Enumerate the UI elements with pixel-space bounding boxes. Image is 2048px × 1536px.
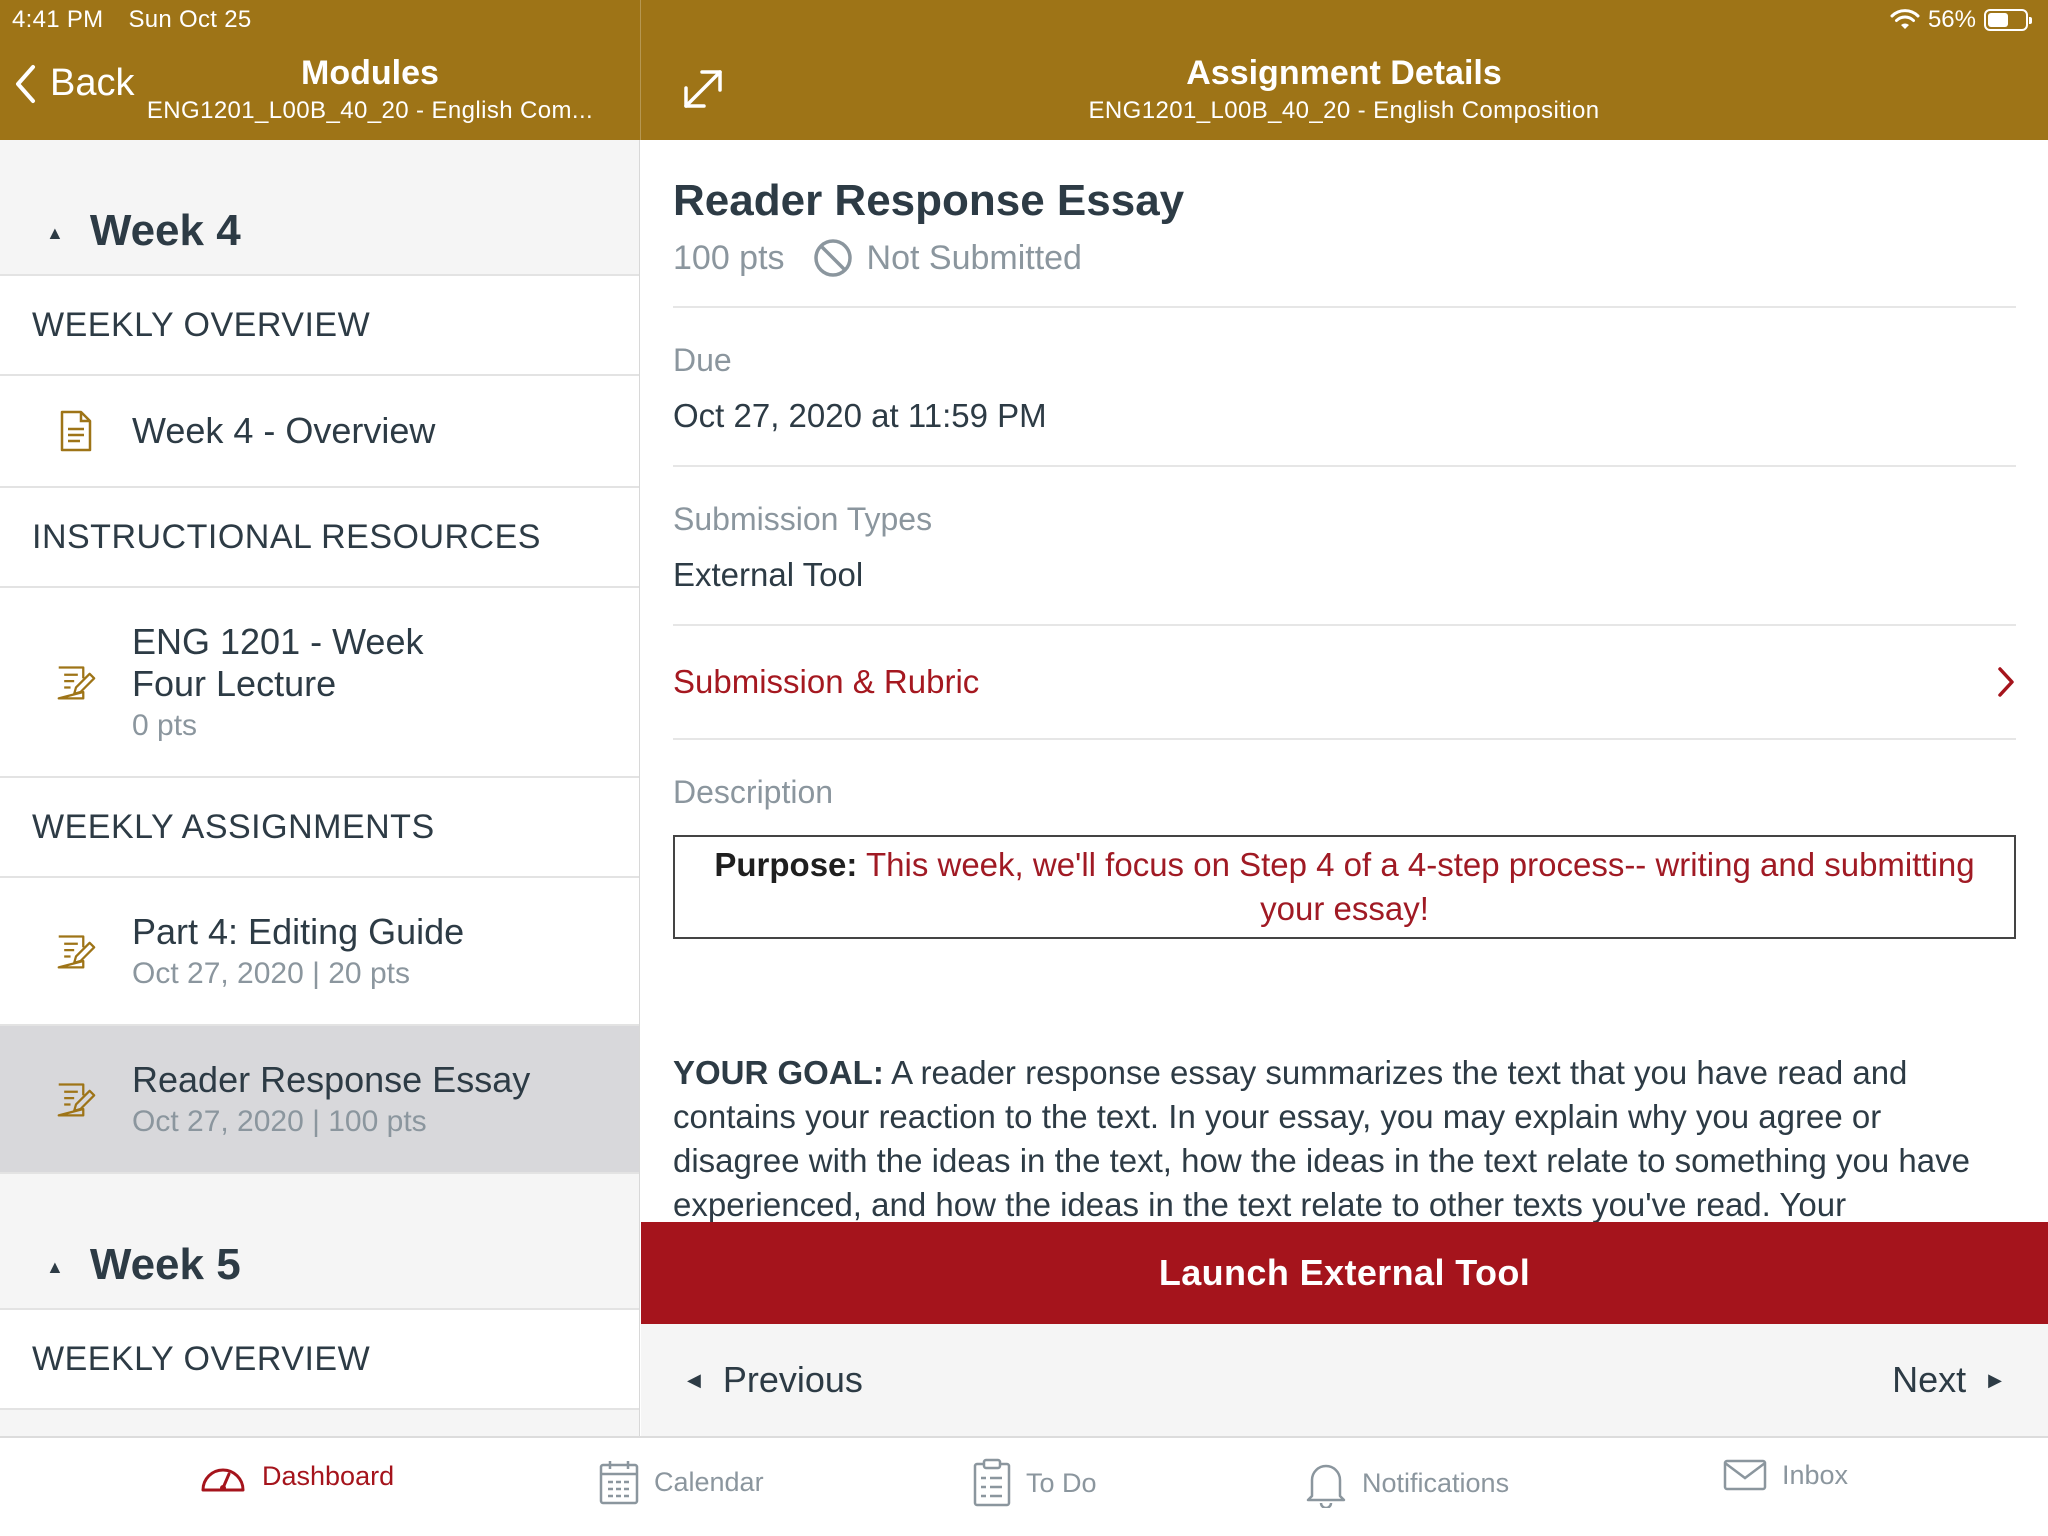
triangle-left-icon: ◀ xyxy=(687,1369,701,1390)
purpose-text: This week, we'll focus on Step 4 of a 4-… xyxy=(857,846,1975,927)
modules-list[interactable]: ▲ Week 4 WEEKLY OVERVIEW Week 4 - Overvi… xyxy=(0,140,640,1436)
todo-icon xyxy=(973,1458,1011,1507)
due-label: Due xyxy=(673,342,732,378)
tab-inbox[interactable]: Inbox xyxy=(1722,1458,1848,1492)
submission-types-value: External Tool xyxy=(673,556,864,593)
battery-fill xyxy=(1988,13,2009,27)
section-weekly-overview: WEEKLY OVERVIEW xyxy=(0,1310,639,1410)
module-item-meta: Oct 27, 2020 | 100 pts xyxy=(132,1105,427,1138)
module-item-label: Reader Response Essay xyxy=(132,1059,531,1100)
section-weekly-overview: WEEKLY OVERVIEW xyxy=(0,276,639,376)
dashboard-icon xyxy=(201,1468,245,1492)
assignment-details-title: Assignment Details xyxy=(1186,54,1502,92)
modules-title: Modules xyxy=(301,54,439,92)
next-button[interactable]: Next ▶ xyxy=(1892,1359,2002,1401)
calendar-icon xyxy=(599,1461,639,1505)
top-bar: 4:41 PM Sun Oct 25 56% Back Modules ENG1… xyxy=(0,0,2048,140)
submission-rubric-label: Submission & Rubric xyxy=(673,663,980,700)
launch-external-tool-button[interactable]: Launch External Tool xyxy=(641,1222,2048,1324)
status-time: 4:41 PM xyxy=(12,6,104,33)
back-button[interactable]: Back xyxy=(14,62,134,105)
tab-notifications[interactable]: Notifications xyxy=(1304,1458,1509,1508)
previous-button[interactable]: ◀ Previous xyxy=(687,1359,863,1401)
assignment-icon xyxy=(56,930,96,972)
tab-label: Inbox xyxy=(1782,1459,1849,1490)
status-date: Sun Oct 25 xyxy=(128,6,252,33)
battery-percent: 56% xyxy=(1927,6,1976,33)
module-item-week-four-lecture[interactable]: ENG 1201 - Week Four Lecture 0 pts xyxy=(0,588,639,778)
assignment-details-header: Assignment Details ENG1201_L00B_40_20 - … xyxy=(640,54,2048,125)
assignment-details[interactable]: Reader Response Essay 100 pts Not Submit… xyxy=(641,140,2048,1222)
purpose-box: Purpose: This week, we'll focus on Step … xyxy=(673,835,2016,939)
module-item-meta: Oct 27, 2020 | 20 pts xyxy=(132,957,410,990)
module-item-label: Part 4: Editing Guide xyxy=(132,911,465,952)
submission-rubric-row[interactable]: Submission & Rubric xyxy=(673,626,2016,740)
tab-label: Dashboard xyxy=(262,1460,395,1491)
bell-icon xyxy=(1306,1464,1346,1508)
mail-icon xyxy=(1723,1459,1767,1491)
goal-paragraph: YOUR GOAL: A reader response essay summa… xyxy=(673,1051,2016,1222)
section-instructional-resources: INSTRUCTIONAL RESOURCES xyxy=(0,488,639,588)
status-bar-right: 56% xyxy=(1890,6,2034,34)
next-label: Next xyxy=(1892,1359,1967,1400)
week-4-title: Week 4 xyxy=(89,206,241,255)
modules-subtitle: ENG1201_L00B_40_20 - English Com... xyxy=(146,97,594,124)
tab-todo[interactable]: To Do xyxy=(972,1458,1097,1508)
week-5-title: Week 5 xyxy=(89,1240,241,1289)
status-bar-left: 4:41 PM Sun Oct 25 xyxy=(12,6,270,34)
modules-header: Modules ENG1201_L00B_40_20 - English Com… xyxy=(120,54,620,125)
assignment-details-subtitle: ENG1201_L00B_40_20 - English Composition xyxy=(1088,97,1600,124)
triangle-right-icon: ▶ xyxy=(1988,1369,2002,1390)
assignment-icon xyxy=(56,1078,96,1120)
submission-status: Not Submitted xyxy=(866,238,1082,277)
goal-label: YOUR GOAL: xyxy=(673,1054,884,1091)
assignment-points: 100 pts xyxy=(673,238,785,277)
assignment-summary: 100 pts Not Submitted xyxy=(673,238,2016,308)
submission-types-field: Submission Types External Tool xyxy=(673,467,2016,626)
module-item-editing-guide[interactable]: Part 4: Editing Guide Oct 27, 2020 | 20 … xyxy=(0,878,639,1026)
collapse-triangle-icon: ▲ xyxy=(46,1257,64,1277)
module-item-label: ENG 1201 - Week Four Lecture xyxy=(132,621,424,704)
due-value: Oct 27, 2020 at 11:59 PM xyxy=(673,397,1047,434)
chevron-left-icon xyxy=(16,64,35,103)
assignment-title: Reader Response Essay xyxy=(673,176,1185,225)
module-item-meta: 0 pts xyxy=(132,709,198,742)
assignment-content: Reader Response Essay 100 pts Not Submit… xyxy=(673,176,2016,1222)
collapse-triangle-icon: ▲ xyxy=(46,223,64,243)
submission-types-label: Submission Types xyxy=(673,501,933,537)
week-4-header[interactable]: ▲ Week 4 xyxy=(0,140,639,276)
module-item-reader-response-essay[interactable]: Reader Response Essay Oct 27, 2020 | 100… xyxy=(0,1026,639,1174)
tab-label: Calendar xyxy=(654,1466,764,1497)
not-submitted-icon xyxy=(813,239,852,277)
page-icon xyxy=(56,409,96,453)
pager-row: ◀ Previous Next ▶ xyxy=(641,1324,2048,1436)
wifi-icon xyxy=(1890,9,1920,29)
chevron-right-icon xyxy=(1998,667,2014,697)
tab-dashboard[interactable]: Dashboard xyxy=(198,1458,394,1494)
previous-label: Previous xyxy=(722,1359,863,1400)
due-field: Due Oct 27, 2020 at 11:59 PM xyxy=(673,308,2016,467)
description-label: Description xyxy=(673,774,834,810)
battery-icon xyxy=(1984,9,2032,31)
tab-calendar[interactable]: Calendar xyxy=(598,1458,764,1506)
module-item-week-4-overview[interactable]: Week 4 - Overview xyxy=(0,376,639,488)
assignment-icon xyxy=(56,661,96,703)
week-5-header[interactable]: ▲ Week 5 xyxy=(0,1174,639,1310)
tab-bar: Dashboard Calendar To Do Notifications I… xyxy=(0,1436,2048,1536)
purpose-label: Purpose: xyxy=(714,846,858,883)
section-weekly-assignments: WEEKLY ASSIGNMENTS xyxy=(0,778,639,878)
tab-label: Notifications xyxy=(1362,1467,1510,1498)
tab-label: To Do xyxy=(1026,1467,1097,1498)
module-item-label: Week 4 - Overview xyxy=(132,410,436,451)
